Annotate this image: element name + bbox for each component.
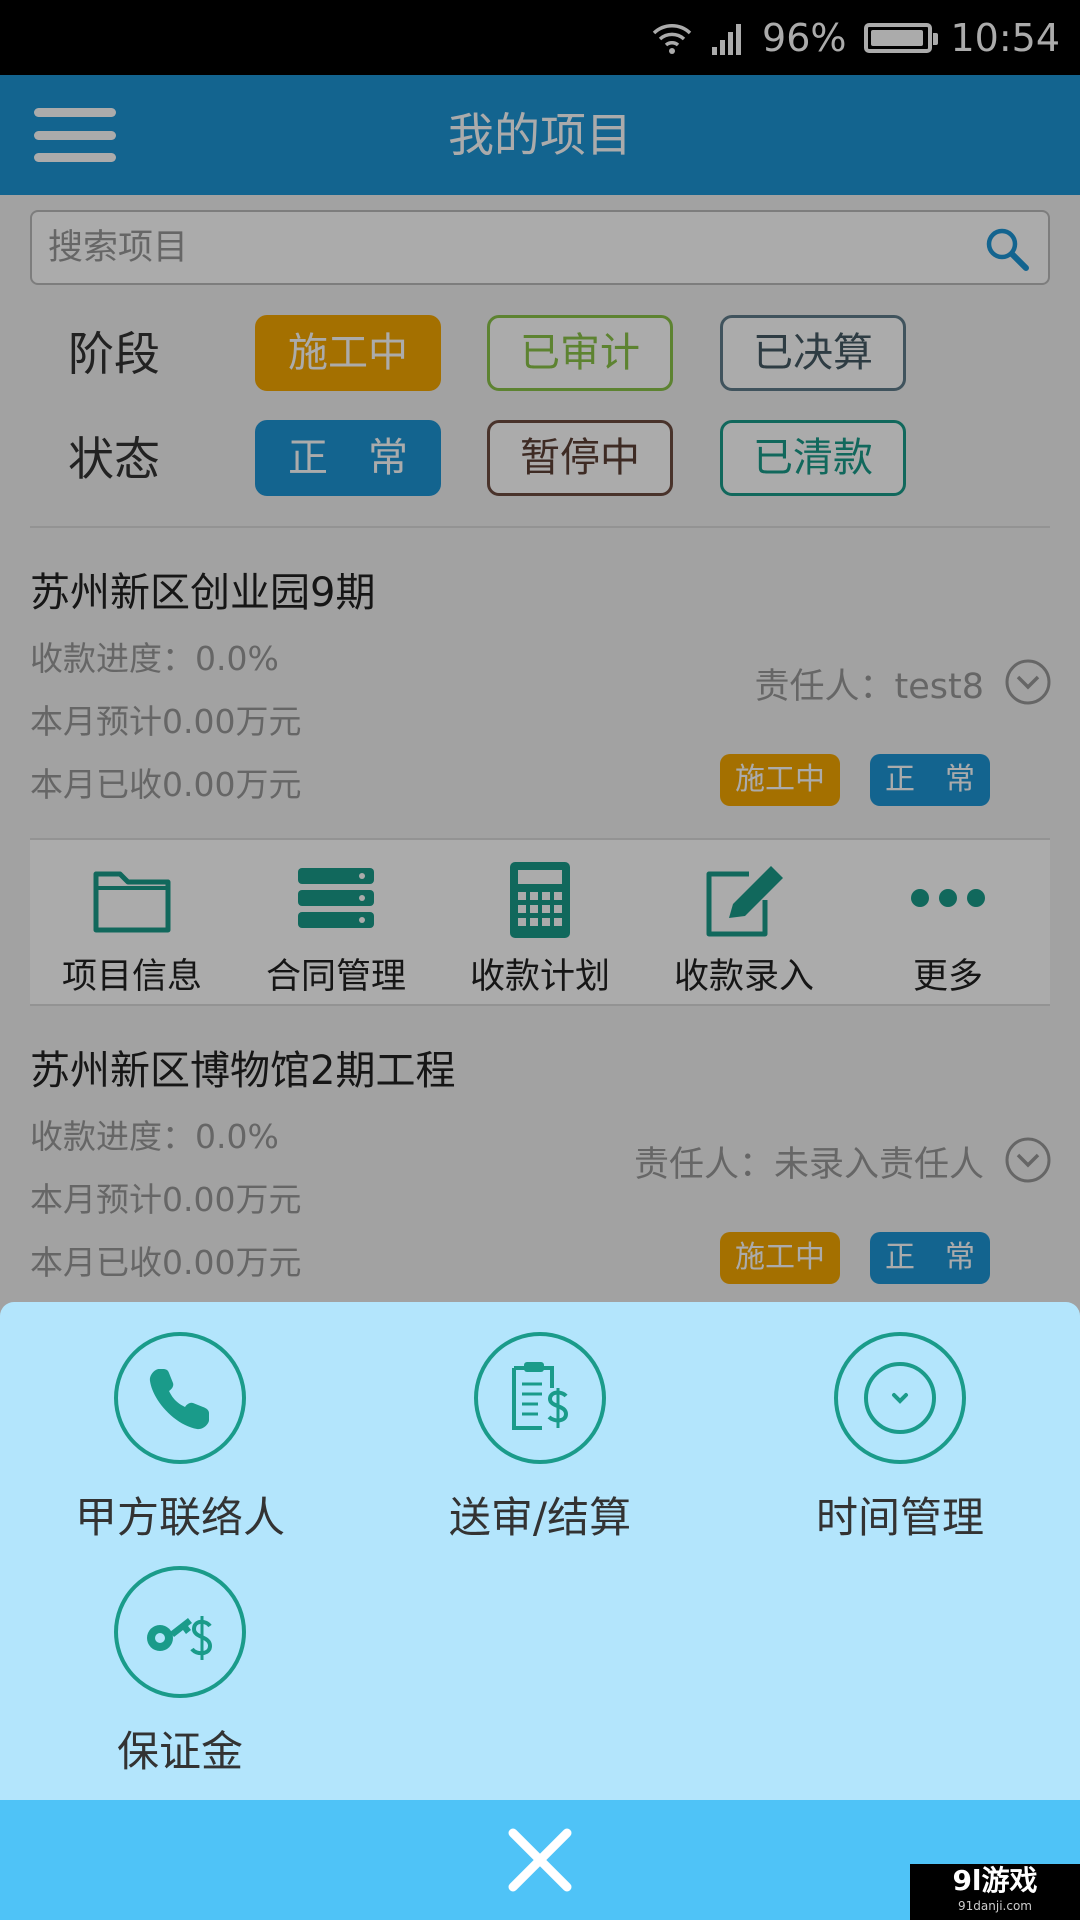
screen: 96% 10:54 我的项目 阶段 施工中 已审计 已决算 状态 正 常 暂停中… bbox=[0, 0, 1080, 1920]
time-management-button[interactable]: 时间管理 bbox=[735, 1302, 1065, 1542]
time-management-label: 时间管理 bbox=[815, 1493, 984, 1542]
close-icon bbox=[508, 1828, 572, 1892]
deposit-label: 保证金 bbox=[116, 1727, 243, 1776]
bottom-sheet: 甲方联络人 送审/结算 时间管理 保证金 bbox=[0, 1302, 1080, 1800]
watermark-url: 91danji.com bbox=[958, 1899, 1032, 1913]
time-chevron-icon bbox=[834, 1332, 966, 1464]
clipboard-dollar-icon bbox=[474, 1332, 606, 1464]
watermark-logo: 9l游戏 91danji.com bbox=[910, 1864, 1080, 1920]
client-contact-button[interactable]: 甲方联络人 bbox=[15, 1302, 345, 1542]
audit-settlement-label: 送审/结算 bbox=[448, 1493, 632, 1542]
phone-icon bbox=[114, 1332, 246, 1464]
deposit-button[interactable]: 保证金 bbox=[15, 1536, 345, 1776]
audit-settlement-button[interactable]: 送审/结算 bbox=[375, 1302, 705, 1542]
watermark-logo-text: 9l游戏 bbox=[952, 1864, 1038, 1897]
key-dollar-icon bbox=[114, 1566, 246, 1698]
